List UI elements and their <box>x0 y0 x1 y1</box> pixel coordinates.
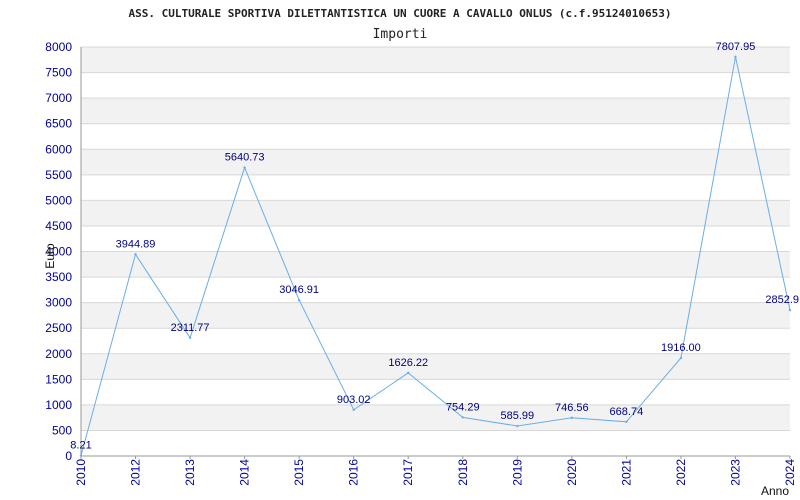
data-label: 754.29 <box>446 401 480 413</box>
data-point <box>407 371 410 375</box>
y-tick-label: 5000 <box>45 193 72 207</box>
line-chart: ASS. CULTURALE SPORTIVA DILETTANTISTICA … <box>43 7 799 498</box>
grid-band <box>81 404 790 431</box>
x-tick-labels: 2010 2012 2013 2014 2015 2016 2017 2018 2019 2020… <box>74 459 797 486</box>
data-point <box>243 166 246 169</box>
x-tick-label: 2016 <box>347 459 361 486</box>
y-tick-label: 500 <box>52 423 72 437</box>
grid-band <box>81 149 790 175</box>
x-tick-label: 2017 <box>401 459 415 486</box>
grid-band <box>81 47 790 73</box>
y-tick-label: 8000 <box>45 40 72 54</box>
y-tick-label: 2500 <box>45 321 72 335</box>
x-tick-label: 2010 <box>74 459 88 486</box>
y-tick-label: 4500 <box>45 219 72 233</box>
chart-subtitle: Importi <box>373 27 428 42</box>
data-label: 1626.22 <box>388 357 428 369</box>
x-tick-label: 2021 <box>619 459 633 486</box>
y-tick-label: 5500 <box>45 168 72 182</box>
x-tick-label: 2015 <box>292 459 306 486</box>
data-label: 3046.91 <box>279 284 319 296</box>
x-tick-label: 2024 <box>783 459 797 486</box>
x-tick-label: 2020 <box>565 459 579 486</box>
y-tick-label: 3000 <box>45 296 72 310</box>
y-axis-label: Euro <box>43 243 57 269</box>
data-point <box>188 336 192 340</box>
y-tick-label: 7000 <box>45 91 72 105</box>
y-tick-label: 6000 <box>45 142 72 156</box>
y-tick-label: 1500 <box>45 372 72 386</box>
x-tick-label: 2012 <box>129 459 143 486</box>
data-point <box>788 308 792 312</box>
data-point <box>134 253 137 256</box>
y-tick-label: 2000 <box>45 347 72 361</box>
data-label: 3944.89 <box>116 238 156 250</box>
chart-title: ASS. CULTURALE SPORTIVA DILETTANTISTICA … <box>128 7 671 20</box>
data-label: 746.56 <box>555 402 589 414</box>
data-point <box>516 424 519 428</box>
data-label: 1916.00 <box>661 342 701 354</box>
x-tick-label: 2023 <box>728 459 742 486</box>
x-tick-label: 2022 <box>674 459 688 486</box>
data-label: 7807.95 <box>716 41 756 53</box>
x-tick-label: 2013 <box>183 459 197 486</box>
grid-band <box>81 200 790 226</box>
grid-band <box>81 98 790 124</box>
data-point <box>352 408 355 412</box>
grid-band <box>81 251 790 278</box>
y-tick-label: 6500 <box>45 117 72 131</box>
x-tick-label: 2018 <box>456 459 470 486</box>
plot-bands <box>81 47 790 431</box>
y-tick-label: 1000 <box>45 398 72 412</box>
data-point <box>625 420 628 424</box>
data-point <box>734 55 737 59</box>
data-label: 903.02 <box>337 394 371 406</box>
data-point <box>79 454 83 457</box>
data-label: 2311.77 <box>171 322 210 334</box>
y-tick-label: 3500 <box>45 270 72 284</box>
data-point <box>461 416 464 419</box>
data-label: 585.99 <box>500 410 534 422</box>
x-tick-label: 2014 <box>238 459 252 486</box>
data-point <box>679 356 683 360</box>
data-label: 2852.9 <box>765 294 799 306</box>
grid-band <box>81 353 790 380</box>
data-label: 8.21 <box>70 440 91 452</box>
data-label: 5640.73 <box>225 152 265 164</box>
y-tick-label: 7500 <box>45 66 72 80</box>
x-axis-label: Anno <box>761 484 789 498</box>
data-label: 668.74 <box>610 406 644 418</box>
x-tick-label: 2019 <box>510 459 524 486</box>
data-point <box>297 299 301 302</box>
data-point <box>570 416 574 420</box>
